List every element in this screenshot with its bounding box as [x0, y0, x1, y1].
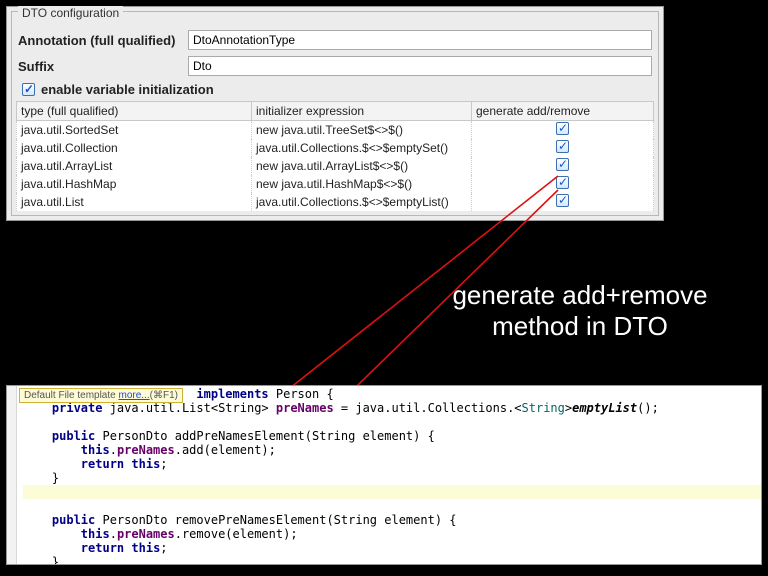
annotation-input[interactable] [188, 30, 652, 50]
code-gutter [7, 386, 17, 564]
cell-type[interactable]: java.util.ArrayList [17, 157, 252, 175]
annotation-label: Annotation (full qualified) [18, 33, 188, 48]
checkbox-icon[interactable] [556, 140, 569, 153]
checkbox-icon[interactable] [556, 158, 569, 171]
annotation-caption: generate add+remove method in DTO [430, 280, 730, 342]
checkbox-icon[interactable] [556, 194, 569, 207]
group-title: DTO configuration [18, 6, 123, 20]
table-row[interactable]: java.util.Collectionjava.util.Collection… [17, 139, 654, 157]
table-row[interactable]: java.util.SortedSetnew java.util.TreeSet… [17, 121, 654, 140]
table-row[interactable]: java.util.HashMapnew java.util.HashMap$<… [17, 175, 654, 193]
cell-type[interactable]: java.util.Collection [17, 139, 252, 157]
hint-key: (⌘F1) [150, 390, 178, 401]
hint-link[interactable]: more... [119, 390, 150, 401]
dto-config-group: DTO configuration Annotation (full quali… [11, 11, 659, 216]
suffix-row: Suffix [12, 54, 658, 80]
enable-init-row[interactable]: enable variable initialization [12, 80, 658, 101]
cell-type[interactable]: java.util.HashMap [17, 175, 252, 193]
cell-init[interactable]: java.util.Collections.$<>$emptySet() [252, 139, 472, 157]
enable-init-label: enable variable initialization [41, 82, 214, 97]
cell-init[interactable]: new java.util.HashMap$<>$() [252, 175, 472, 193]
cell-gen[interactable] [472, 157, 654, 175]
suffix-input[interactable] [188, 56, 652, 76]
cell-type[interactable]: java.util.List [17, 193, 252, 211]
checkbox-icon[interactable] [22, 83, 35, 96]
dto-config-panel: DTO configuration Annotation (full quali… [6, 6, 664, 221]
hint-prefix: Default File template [24, 390, 119, 401]
suffix-label: Suffix [18, 59, 188, 74]
cell-gen[interactable] [472, 193, 654, 211]
cell-init[interactable]: new java.util.TreeSet$<>$() [252, 121, 472, 140]
col-init[interactable]: initializer expression [252, 102, 472, 121]
cell-gen[interactable] [472, 139, 654, 157]
cell-init[interactable]: new java.util.ArrayList$<>$() [252, 157, 472, 175]
col-type[interactable]: type (full qualified) [17, 102, 252, 121]
cell-gen[interactable] [472, 175, 654, 193]
col-gen[interactable]: generate add/remove [472, 102, 654, 121]
checkbox-icon[interactable] [556, 176, 569, 189]
table-row[interactable]: java.util.Listjava.util.Collections.$<>$… [17, 193, 654, 211]
checkbox-icon[interactable] [556, 122, 569, 135]
annotation-line1: generate add+remove [452, 280, 707, 310]
code-body[interactable]: implements Person { private java.util.Li… [7, 386, 761, 565]
table-row[interactable]: java.util.ArrayListnew java.util.ArrayLi… [17, 157, 654, 175]
annotation-line2: method in DTO [492, 311, 668, 341]
cell-type[interactable]: java.util.SortedSet [17, 121, 252, 140]
template-hint[interactable]: Default File template more...(⌘F1) [19, 388, 183, 403]
cell-init[interactable]: java.util.Collections.$<>$emptyList() [252, 193, 472, 211]
annotation-row: Annotation (full qualified) [12, 28, 658, 54]
init-table: type (full qualified) initializer expres… [16, 101, 654, 211]
code-panel: Default File template more...(⌘F1) imple… [6, 385, 762, 565]
cell-gen[interactable] [472, 121, 654, 140]
